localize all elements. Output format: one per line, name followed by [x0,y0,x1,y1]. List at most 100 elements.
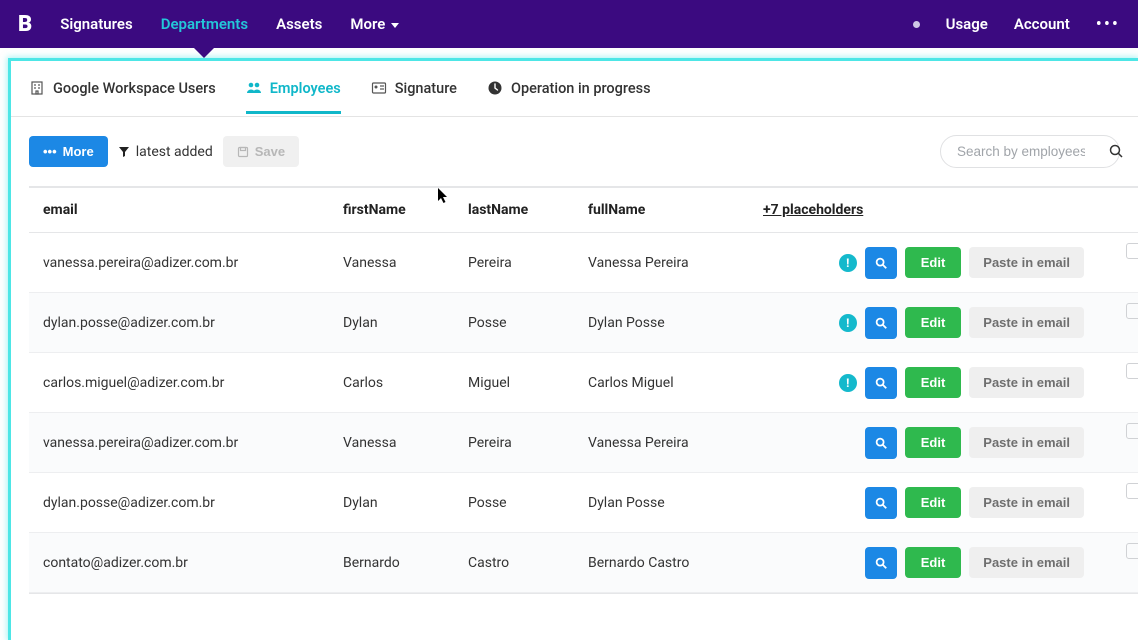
nav-usage[interactable]: Usage [946,15,988,33]
row-checkbox[interactable] [1126,303,1138,319]
alert-icon: ! [839,314,857,332]
toolbar-more-button[interactable]: ••• More [29,136,108,167]
magnify-icon [874,376,888,390]
cell-checkbox [1098,233,1138,293]
view-button[interactable] [865,367,897,399]
edit-button[interactable]: Edit [905,547,962,578]
view-button[interactable] [865,487,897,519]
tab-operation[interactable]: Operation in progress [487,80,651,114]
save-label: Save [255,144,285,159]
cell-checkbox [1098,533,1138,593]
cell-firstname: Vanessa [329,413,454,473]
cell-email: dylan.posse@adizer.com.br [29,293,329,353]
view-button[interactable] [865,427,897,459]
cell-fullname: Dylan Posse [574,473,749,533]
cell-checkbox [1098,473,1138,533]
th-checkbox [1098,187,1138,233]
cell-lastname: Posse [454,473,574,533]
view-button[interactable] [865,307,897,339]
cell-actions: ! EditPaste in email [749,233,1098,293]
top-nav: B Signatures Departments Assets More Usa… [0,0,1138,48]
view-button[interactable] [865,247,897,279]
row-checkbox[interactable] [1126,423,1138,439]
cell-fullname: Vanessa Pereira [574,413,749,473]
nav-overflow-icon[interactable]: ••• [1096,14,1120,35]
cell-fullname: Carlos Miguel [574,353,749,413]
row-checkbox[interactable] [1126,543,1138,559]
tab-employees-label: Employees [270,80,341,97]
save-icon [237,146,249,158]
cell-firstname: Dylan [329,473,454,533]
tab-employees[interactable]: Employees [246,80,341,114]
cell-lastname: Posse [454,293,574,353]
filter-latest-added[interactable]: latest added [118,144,213,160]
table-row: contato@adizer.com.brBernardoCastroBerna… [29,533,1138,593]
cell-email: dylan.posse@adizer.com.br [29,473,329,533]
cell-lastname: Pereira [454,233,574,293]
cell-fullname: Bernardo Castro [574,533,749,593]
nav-left: Signatures Departments Assets More [60,15,399,33]
save-button: Save [223,136,299,167]
employees-table: email firstName lastName fullName +7 pla… [29,186,1138,594]
cell-fullname: Dylan Posse [574,293,749,353]
nav-account[interactable]: Account [1014,15,1070,33]
toolbar: ••• More latest added Save [11,117,1138,186]
tab-signature[interactable]: Signature [371,80,457,114]
nav-signatures[interactable]: Signatures [60,15,132,33]
tab-google-workspace-label: Google Workspace Users [53,80,216,97]
nav-more[interactable]: More [350,15,399,33]
table-row: vanessa.pereira@adizer.com.brVanessaPere… [29,233,1138,293]
row-checkbox[interactable] [1126,363,1138,379]
table-row: vanessa.pereira@adizer.com.brVanessaPere… [29,413,1138,473]
alert-icon: ! [839,254,857,272]
tab-operation-label: Operation in progress [511,80,651,97]
building-icon [29,80,45,96]
table-row: dylan.posse@adizer.com.brDylanPosseDylan… [29,473,1138,533]
magnify-icon [874,556,888,570]
nav-assets[interactable]: Assets [276,15,322,33]
nav-departments[interactable]: Departments [161,15,248,33]
paste-in-email-button[interactable]: Paste in email [969,307,1084,338]
cell-firstname: Carlos [329,353,454,413]
cell-actions: EditPaste in email [749,533,1098,593]
search-icon [1108,143,1124,159]
magnify-icon [874,436,888,450]
users-icon [246,80,262,96]
alert-icon: ! [839,374,857,392]
th-fullname: fullName [574,187,749,233]
paste-in-email-button[interactable]: Paste in email [969,247,1084,278]
cell-actions: ! EditPaste in email [749,353,1098,413]
th-firstname: firstName [329,187,454,233]
filter-label: latest added [136,144,213,160]
filter-icon [118,146,130,158]
cell-lastname: Castro [454,533,574,593]
tab-google-workspace[interactable]: Google Workspace Users [29,80,216,114]
edit-button[interactable]: Edit [905,487,962,518]
magnify-icon [874,256,888,270]
sub-tabs: Google Workspace Users Employees Signatu… [11,61,1138,117]
table-row: dylan.posse@adizer.com.brDylanPosseDylan… [29,293,1138,353]
nav-right: Usage Account ••• [913,14,1120,35]
cell-email: contato@adizer.com.br [29,533,329,593]
search-input[interactable] [940,135,1120,168]
cell-lastname: Miguel [454,353,574,413]
paste-in-email-button[interactable]: Paste in email [969,367,1084,398]
toolbar-more-label: More [63,144,94,159]
paste-in-email-button[interactable]: Paste in email [969,427,1084,458]
edit-button[interactable]: Edit [905,367,962,398]
id-card-icon [371,80,387,96]
paste-in-email-button[interactable]: Paste in email [969,547,1084,578]
edit-button[interactable]: Edit [905,247,962,278]
view-button[interactable] [865,547,897,579]
cell-checkbox [1098,353,1138,413]
paste-in-email-button[interactable]: Paste in email [969,487,1084,518]
edit-button[interactable]: Edit [905,427,962,458]
cell-email: vanessa.pereira@adizer.com.br [29,413,329,473]
row-checkbox[interactable] [1126,243,1138,259]
th-placeholders[interactable]: +7 placeholders [749,187,1098,233]
edit-button[interactable]: Edit [905,307,962,338]
row-checkbox[interactable] [1126,483,1138,499]
cell-fullname: Vanessa Pereira [574,233,749,293]
th-lastname: lastName [454,187,574,233]
magnify-icon [874,316,888,330]
